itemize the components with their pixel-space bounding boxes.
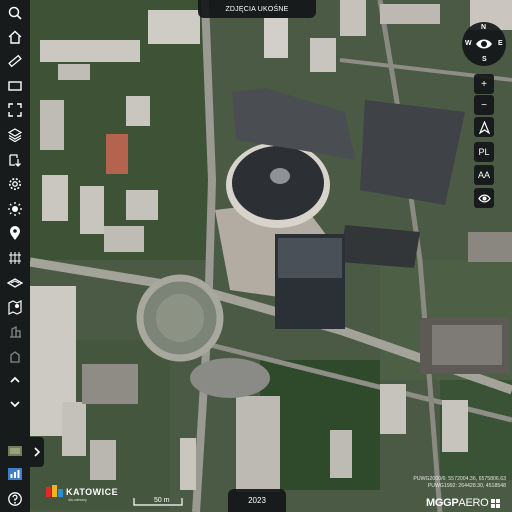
map-viewport[interactable]: ZDJĘCIA UKOŚNE N S W E + − PL AA KATOWIC…	[0, 0, 512, 512]
building-2-button[interactable]	[3, 345, 27, 367]
compass-west: W	[465, 40, 472, 47]
oblique-photos-label[interactable]: ZDJĘCIA UKOŚNE	[198, 0, 316, 18]
left-toolbar	[0, 0, 30, 512]
search-button[interactable]	[3, 2, 27, 24]
compass-north: N	[481, 24, 487, 31]
map-pin-icon	[8, 300, 22, 315]
3d-button[interactable]	[3, 271, 27, 293]
scale-label: 50 m	[154, 497, 170, 504]
visibility-button[interactable]	[474, 188, 494, 208]
chart-icon	[8, 468, 22, 480]
north-arrow-icon	[478, 120, 490, 134]
home-button[interactable]	[3, 26, 27, 48]
move-down-button[interactable]	[3, 393, 27, 415]
chevron-right-icon	[34, 447, 41, 457]
statistics-button[interactable]	[3, 463, 27, 485]
layers-button[interactable]	[3, 124, 27, 146]
rectangle-icon	[8, 81, 22, 91]
photo-thumbnail-button[interactable]	[3, 440, 27, 462]
area-button[interactable]	[3, 75, 27, 97]
katowice-emblem-icon	[46, 485, 63, 497]
compass-east: E	[498, 40, 503, 47]
brightness-icon	[8, 202, 22, 216]
map-pin-button[interactable]	[3, 296, 27, 318]
measure-button[interactable]	[3, 50, 27, 72]
layers-icon	[7, 128, 23, 143]
move-up-button[interactable]	[3, 369, 27, 391]
settings-icon	[9, 178, 21, 190]
fullscreen-icon	[8, 103, 22, 117]
eye-icon	[476, 39, 492, 49]
coordinates-line-2: PUWG1992: 264428.30, 4518548	[427, 482, 506, 489]
aerial-map[interactable]	[0, 0, 512, 512]
building-button[interactable]	[3, 320, 27, 342]
mggp-logo-bold: MGGP	[426, 497, 459, 509]
building-icon	[10, 325, 21, 338]
help-icon	[8, 492, 22, 506]
katowice-logo-subtitle: dla odmiany	[68, 498, 87, 502]
location-button[interactable]	[3, 222, 27, 244]
text-size-button[interactable]: AA	[474, 165, 494, 185]
3d-icon	[7, 278, 23, 288]
download-button[interactable]	[3, 149, 27, 171]
help-button[interactable]	[3, 488, 27, 510]
year-selector[interactable]: 2023	[228, 489, 286, 512]
mggp-logo-rest: AERO	[458, 497, 489, 509]
settings-button[interactable]	[3, 173, 27, 195]
brightness-button[interactable]	[3, 198, 27, 220]
grid-icon	[9, 252, 21, 264]
zoom-out-button[interactable]: −	[474, 95, 494, 115]
katowice-logo: KATOWICE dla odmiany	[44, 483, 124, 503]
search-icon	[8, 6, 22, 20]
eye-icon	[477, 194, 491, 202]
photo-icon	[8, 446, 22, 456]
ruler-icon	[8, 54, 22, 68]
building-icon	[10, 351, 20, 363]
mggp-dots-icon	[491, 498, 501, 508]
north-arrow-button[interactable]	[474, 117, 494, 137]
coordinates-readout: PUWG2000/6: 5572004.36, 6575806.63 PUWG1…	[366, 476, 506, 489]
compass[interactable]: N S W E	[462, 22, 506, 66]
location-pin-icon	[10, 226, 20, 240]
download-icon	[9, 154, 21, 167]
expand-panel-button[interactable]	[30, 437, 44, 467]
projection-button[interactable]: PL	[474, 142, 494, 162]
fullscreen-button[interactable]	[3, 99, 27, 121]
katowice-logo-text: KATOWICE	[66, 487, 119, 497]
chevron-up-icon	[10, 376, 20, 383]
compass-south: S	[482, 56, 487, 63]
grid-button[interactable]	[3, 247, 27, 269]
zoom-in-button[interactable]: +	[474, 74, 494, 94]
chevron-down-icon	[10, 401, 20, 408]
mggp-aero-logo: MGGP AERO	[426, 496, 501, 510]
home-icon	[8, 30, 22, 44]
